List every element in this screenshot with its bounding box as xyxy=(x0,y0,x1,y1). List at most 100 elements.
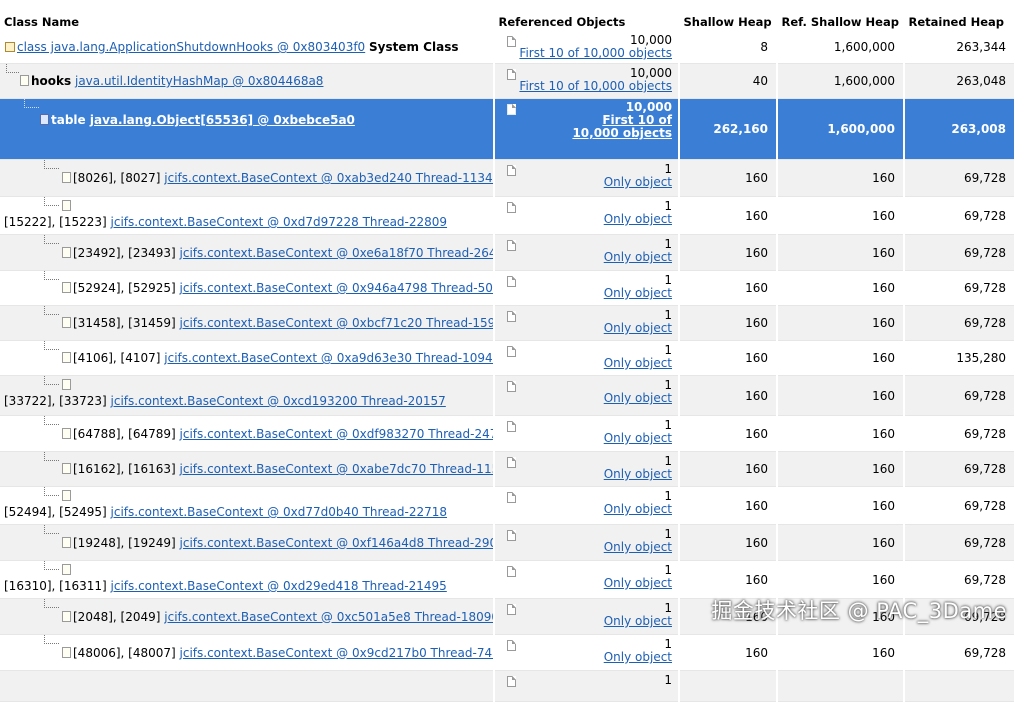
table-row[interactable]: [16162], [16163] jcifs.context.BaseConte… xyxy=(0,451,1016,487)
file-icon xyxy=(507,69,516,80)
referenced-objects-cell: 1 Only object xyxy=(494,340,680,376)
ref-shallow-heap-cell: 160 xyxy=(777,196,905,235)
ref-objects-link[interactable]: Only object xyxy=(604,502,672,516)
shallow-heap-cell: 8 xyxy=(679,31,778,64)
array-index: [4106], [4107] xyxy=(73,351,161,365)
object-link[interactable]: jcifs.context.BaseContext @ 0xabe7dc70 T… xyxy=(180,462,492,476)
col-ref-shallow-heap[interactable]: Ref. Shallow Heap xyxy=(777,0,905,31)
shallow-heap-cell: 160 xyxy=(679,415,778,452)
object-icon xyxy=(62,490,71,501)
col-referenced-objects[interactable]: Referenced Objects xyxy=(494,0,680,31)
file-icon xyxy=(507,421,516,432)
ref-objects-link[interactable]: Only object xyxy=(604,321,672,335)
object-link[interactable]: jcifs.context.BaseContext @ 0xdf983270 T… xyxy=(180,427,492,441)
shallow-heap-cell xyxy=(679,670,778,702)
ref-objects-link[interactable]: Only object xyxy=(604,576,672,590)
col-class-name[interactable]: Class Name xyxy=(0,0,495,31)
object-link[interactable]: jcifs.context.BaseContext @ 0xcd193200 T… xyxy=(111,394,446,408)
ref-objects-link[interactable]: Only object xyxy=(604,431,672,445)
object-link[interactable]: jcifs.context.BaseContext @ 0xa9d63e30 T… xyxy=(164,351,492,365)
header-row: Class Name Referenced Objects Shallow He… xyxy=(0,0,1016,31)
table-row[interactable]: 1 xyxy=(0,670,1016,702)
object-link[interactable]: jcifs.context.BaseContext @ 0x946a4798 T… xyxy=(180,281,492,295)
table-row[interactable]: [31458], [31459] jcifs.context.BaseConte… xyxy=(0,305,1016,341)
file-icon xyxy=(507,676,516,687)
object-link[interactable]: jcifs.context.BaseContext @ 0xd7d97228 T… xyxy=(111,215,448,229)
ref-objects-link[interactable]: Only object xyxy=(604,356,672,370)
ref-shallow-heap-cell: 160 xyxy=(777,270,905,306)
table-row[interactable]: class java.lang.ApplicationShutdownHooks… xyxy=(0,31,1016,64)
table-row[interactable]: [8026], [8027] jcifs.context.BaseContext… xyxy=(0,159,1016,197)
table-row[interactable]: [16310], [16311] jcifs.context.BaseConte… xyxy=(0,560,1016,599)
ref-objects-link[interactable]: Only object xyxy=(604,650,672,664)
retained-heap-cell: 263,048 xyxy=(904,63,1016,99)
ref-objects-link[interactable]: Only object xyxy=(604,212,672,226)
object-link[interactable]: jcifs.context.BaseContext @ 0xd29ed418 T… xyxy=(111,579,447,593)
table-row[interactable]: [15222], [15223] jcifs.context.BaseConte… xyxy=(0,196,1016,235)
object-link[interactable]: jcifs.context.BaseContext @ 0xc501a5e8 T… xyxy=(164,610,492,624)
ref-objects-link[interactable]: Only object xyxy=(604,614,672,628)
array-index: [48006], [48007] xyxy=(73,645,176,660)
object-icon xyxy=(62,564,71,575)
ref-shallow-heap-cell: 1,600,000 xyxy=(777,98,905,160)
table-row[interactable]: [52924], [52925] jcifs.context.BaseConte… xyxy=(0,270,1016,306)
object-link[interactable]: jcifs.context.BaseContext @ 0xd77d0b40 T… xyxy=(111,505,448,519)
object-icon xyxy=(62,610,71,622)
referenced-objects-cell: 1 Only object xyxy=(494,196,680,235)
ref-shallow-heap-cell: 160 xyxy=(777,340,905,376)
object-link[interactable]: class java.lang.ApplicationShutdownHooks… xyxy=(17,40,365,54)
table-row[interactable]: [64788], [64789] jcifs.context.BaseConte… xyxy=(0,415,1016,452)
object-link[interactable]: jcifs.context.BaseContext @ 0xf146a4d8 T… xyxy=(180,536,492,550)
field-name: table xyxy=(51,113,86,127)
file-icon xyxy=(507,36,516,47)
object-icon xyxy=(62,536,71,548)
ref-objects-link[interactable]: Only object xyxy=(604,250,672,264)
ref-objects-link[interactable]: Only object xyxy=(604,175,672,189)
tree-connector xyxy=(44,451,59,461)
referenced-objects-cell: 10,000 First 10 of 10,000 objects xyxy=(494,98,680,160)
array-index: [31458], [31459] xyxy=(73,316,176,330)
object-link[interactable]: jcifs.context.BaseContext @ 0xab3ed240 T… xyxy=(164,171,492,185)
table-row[interactable]: [4106], [4107] jcifs.context.BaseContext… xyxy=(0,340,1016,376)
ref-objects-link[interactable]: Only object xyxy=(604,540,672,554)
ref-objects-link[interactable]: First 10 of 10,000 objects xyxy=(562,114,672,140)
object-link[interactable]: java.lang.Object[65536] @ 0xbebce5a0 xyxy=(90,113,355,127)
ref-shallow-heap-cell xyxy=(777,670,905,702)
retained-heap-cell: 69,728 xyxy=(904,159,1016,197)
ref-objects-link[interactable]: Only object xyxy=(604,391,672,405)
class-name-cell: [23492], [23493] jcifs.context.BaseConte… xyxy=(0,234,495,271)
object-link[interactable]: jcifs.context.BaseContext @ 0xbcf71c20 T… xyxy=(180,316,492,330)
array-index: [52494], [52495] xyxy=(4,505,107,519)
shallow-heap-cell: 160 xyxy=(679,196,778,235)
ref-objects-link[interactable]: First 10 of 10,000 objects xyxy=(519,46,672,60)
class-name-cell: [15222], [15223] jcifs.context.BaseConte… xyxy=(0,196,495,235)
ref-shallow-heap-cell: 1,600,000 xyxy=(777,31,905,64)
table-row[interactable]: [52494], [52495] jcifs.context.BaseConte… xyxy=(0,486,1016,525)
ref-objects-link[interactable]: First 10 of 10,000 objects xyxy=(519,79,672,93)
file-icon xyxy=(507,240,516,251)
object-icon xyxy=(62,352,71,363)
file-icon xyxy=(507,346,516,357)
table-row[interactable]: [19248], [19249] jcifs.context.BaseConte… xyxy=(0,524,1016,561)
table-row[interactable]: [48006], [48007] jcifs.context.BaseConte… xyxy=(0,634,1016,671)
ref-shallow-heap-cell: 160 xyxy=(777,375,905,416)
col-retained-heap[interactable]: Retained Heap xyxy=(904,0,1016,31)
table-row[interactable]: [23492], [23493] jcifs.context.BaseConte… xyxy=(0,234,1016,271)
ref-count: 1 xyxy=(664,673,672,687)
object-link[interactable]: java.util.IdentityHashMap @ 0x804468a8 xyxy=(75,74,323,88)
ref-shallow-heap-cell: 160 xyxy=(777,634,905,671)
table-row[interactable]: [33722], [33723] jcifs.context.BaseConte… xyxy=(0,375,1016,416)
col-shallow-heap[interactable]: Shallow Heap xyxy=(679,0,778,31)
retained-heap-cell: 69,728 xyxy=(904,524,1016,561)
table-row[interactable]: hooks java.util.IdentityHashMap @ 0x8044… xyxy=(0,63,1016,99)
table-row[interactable]: table java.lang.Object[65536] @ 0xbebce5… xyxy=(0,98,1016,160)
object-link[interactable]: jcifs.context.BaseContext @ 0x9cd217b0 T… xyxy=(180,646,492,660)
referenced-objects-cell: 1 Only object xyxy=(494,634,680,671)
retained-heap-cell: 69,728 xyxy=(904,305,1016,341)
referenced-objects-cell: 1 Only object xyxy=(494,560,680,599)
ref-objects-link[interactable]: Only object xyxy=(604,286,672,300)
object-icon xyxy=(62,317,71,328)
object-icon xyxy=(62,172,71,183)
ref-objects-link[interactable]: Only object xyxy=(604,467,672,481)
object-link[interactable]: jcifs.context.BaseContext @ 0xe6a18f70 T… xyxy=(180,246,492,260)
